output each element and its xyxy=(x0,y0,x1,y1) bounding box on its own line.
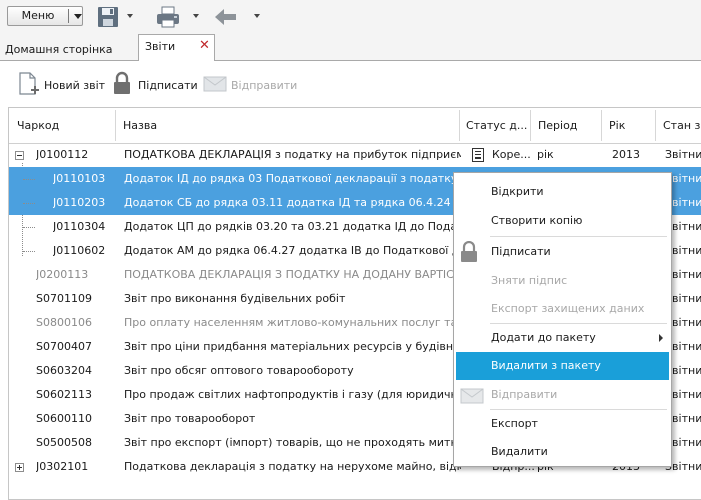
menu-item-remove-from-package[interactable]: Видалити з пакету xyxy=(456,352,669,380)
row-code: S0600110 xyxy=(36,412,92,425)
row-code: S0500508 xyxy=(36,436,92,449)
back-dropdown-icon[interactable] xyxy=(254,14,260,18)
row-status-text: Коре... xyxy=(492,148,531,161)
row-code: S0800106 xyxy=(36,316,92,329)
lock-icon[interactable] xyxy=(112,70,136,98)
menu-item-add-to-package-label: Додати до пакету xyxy=(491,331,596,344)
chevron-right-icon xyxy=(659,334,663,342)
menu-button-divider xyxy=(68,9,69,23)
save-icon[interactable] xyxy=(96,5,122,29)
chevron-down-icon[interactable] xyxy=(74,14,82,19)
row-code: S0700407 xyxy=(36,340,92,353)
row-state: Звітний xyxy=(665,148,701,161)
menu-item-send: Відправити xyxy=(454,381,671,409)
print-dropdown-icon[interactable] xyxy=(193,14,199,18)
column-divider xyxy=(459,110,460,141)
send-button: Відправити xyxy=(231,79,298,92)
tree-connector xyxy=(23,179,35,180)
column-header-name[interactable]: Назва xyxy=(123,108,453,143)
column-divider xyxy=(601,110,602,141)
row-code: S0602113 xyxy=(36,388,92,401)
row-status: Коре... xyxy=(465,143,535,167)
back-arrow-icon[interactable] xyxy=(213,5,239,29)
collapse-icon[interactable] xyxy=(15,151,24,160)
lock-icon xyxy=(461,241,477,262)
row-name: Додаток АМ до рядка 06.4.27 додатка ІВ д… xyxy=(124,244,461,257)
print-icon[interactable] xyxy=(155,5,181,29)
new-document-icon[interactable] xyxy=(17,70,41,98)
column-header-period[interactable]: Період xyxy=(538,108,600,143)
row-name: Додаток ЦП до рядків 03.20 та 03.21 дода… xyxy=(124,220,461,233)
row-name: Звіт про товарооборот xyxy=(124,412,256,425)
tab-home[interactable]: Домашня сторінка xyxy=(5,40,113,59)
menu-item-remove-signature: Зняти підпис xyxy=(491,274,568,287)
row-name: ПОДАТКОВА ДЕКЛАРАЦІЯ з податку на прибут… xyxy=(124,148,461,161)
menu-item-delete[interactable]: Видалити xyxy=(454,438,671,466)
menu-item-export[interactable]: Експорт xyxy=(454,410,671,438)
expand-icon[interactable] xyxy=(15,463,24,472)
envelope-icon xyxy=(203,74,227,102)
menu-item-copy[interactable]: Створити копію xyxy=(454,207,671,235)
row-name: Додаток СБ до рядка 03.11 додатка ІД та … xyxy=(124,196,461,209)
envelope-icon xyxy=(460,388,484,404)
column-divider xyxy=(530,110,531,141)
tree-connector xyxy=(23,203,35,204)
row-name: Звіт про ціни придбання матеріальних рес… xyxy=(124,340,461,353)
row-year: 2013 xyxy=(612,148,640,161)
row-name: Про оплату населенням житлово-комунальни… xyxy=(124,316,461,329)
table-row[interactable]: J0100112 ПОДАТКОВА ДЕКЛАРАЦІЯ з податку … xyxy=(9,143,701,167)
column-header-state[interactable]: Стан зв xyxy=(663,108,701,143)
row-code: J0200113 xyxy=(36,268,89,281)
column-header-year[interactable]: Рік xyxy=(609,108,649,143)
menu-item-sign[interactable]: Підписати xyxy=(454,238,671,266)
new-report-button[interactable]: Новий звіт xyxy=(44,74,105,98)
row-code: J0302101 xyxy=(36,460,89,473)
close-icon[interactable]: ✕ xyxy=(199,38,210,53)
column-header-status[interactable]: Статус д... xyxy=(466,108,528,143)
column-divider xyxy=(115,110,116,141)
menu-button-label: Меню xyxy=(21,9,55,22)
tree-connector xyxy=(23,227,35,228)
document-icon xyxy=(472,148,484,162)
tree-connector xyxy=(23,251,35,252)
menu-item-sign-label: Підписати xyxy=(491,245,551,258)
row-name: Звіт про виконання будівельних робіт xyxy=(124,292,346,305)
row-name: Про продаж світлих нафтопродуктів і газу… xyxy=(124,388,461,401)
row-name: Звіт про обсяг оптового товарообороту xyxy=(124,364,354,377)
sign-button[interactable]: Підписати xyxy=(138,74,198,98)
context-menu: Відкрити Створити копію Підписати Зняти … xyxy=(453,172,672,467)
row-code: S0603204 xyxy=(36,364,92,377)
menu-item-add-to-package[interactable]: Додати до пакету xyxy=(454,324,671,352)
save-dropdown-icon[interactable] xyxy=(127,14,133,18)
row-name: Звіт про експорт (імпорт) товарів, що не… xyxy=(124,436,461,449)
menu-item-send-label: Відправити xyxy=(491,388,558,401)
row-name: Додаток ІД до рядка 03 Податкової деклар… xyxy=(124,172,461,185)
row-code: J0100112 xyxy=(36,148,89,161)
tab-reports[interactable]: Звіти ✕ xyxy=(138,34,215,61)
column-header-code[interactable]: Чаркод xyxy=(17,108,107,143)
column-divider xyxy=(655,110,656,141)
tab-reports-label: Звіти xyxy=(145,40,176,53)
row-name: Податкова декларація з податку на нерухо… xyxy=(124,460,461,473)
menu-separator xyxy=(490,236,667,237)
menu-item-open[interactable]: Відкрити xyxy=(454,178,671,206)
menu-button[interactable]: Меню xyxy=(7,6,83,26)
row-name: ПОДАТКОВА ДЕКЛАРАЦІЯ З ПОДАТКУ НА ДОДАНУ… xyxy=(124,268,461,281)
menu-item-export-protected: Експорт захищених даних xyxy=(491,302,645,315)
row-code: S0701109 xyxy=(36,292,92,305)
row-period: рік xyxy=(537,148,554,161)
